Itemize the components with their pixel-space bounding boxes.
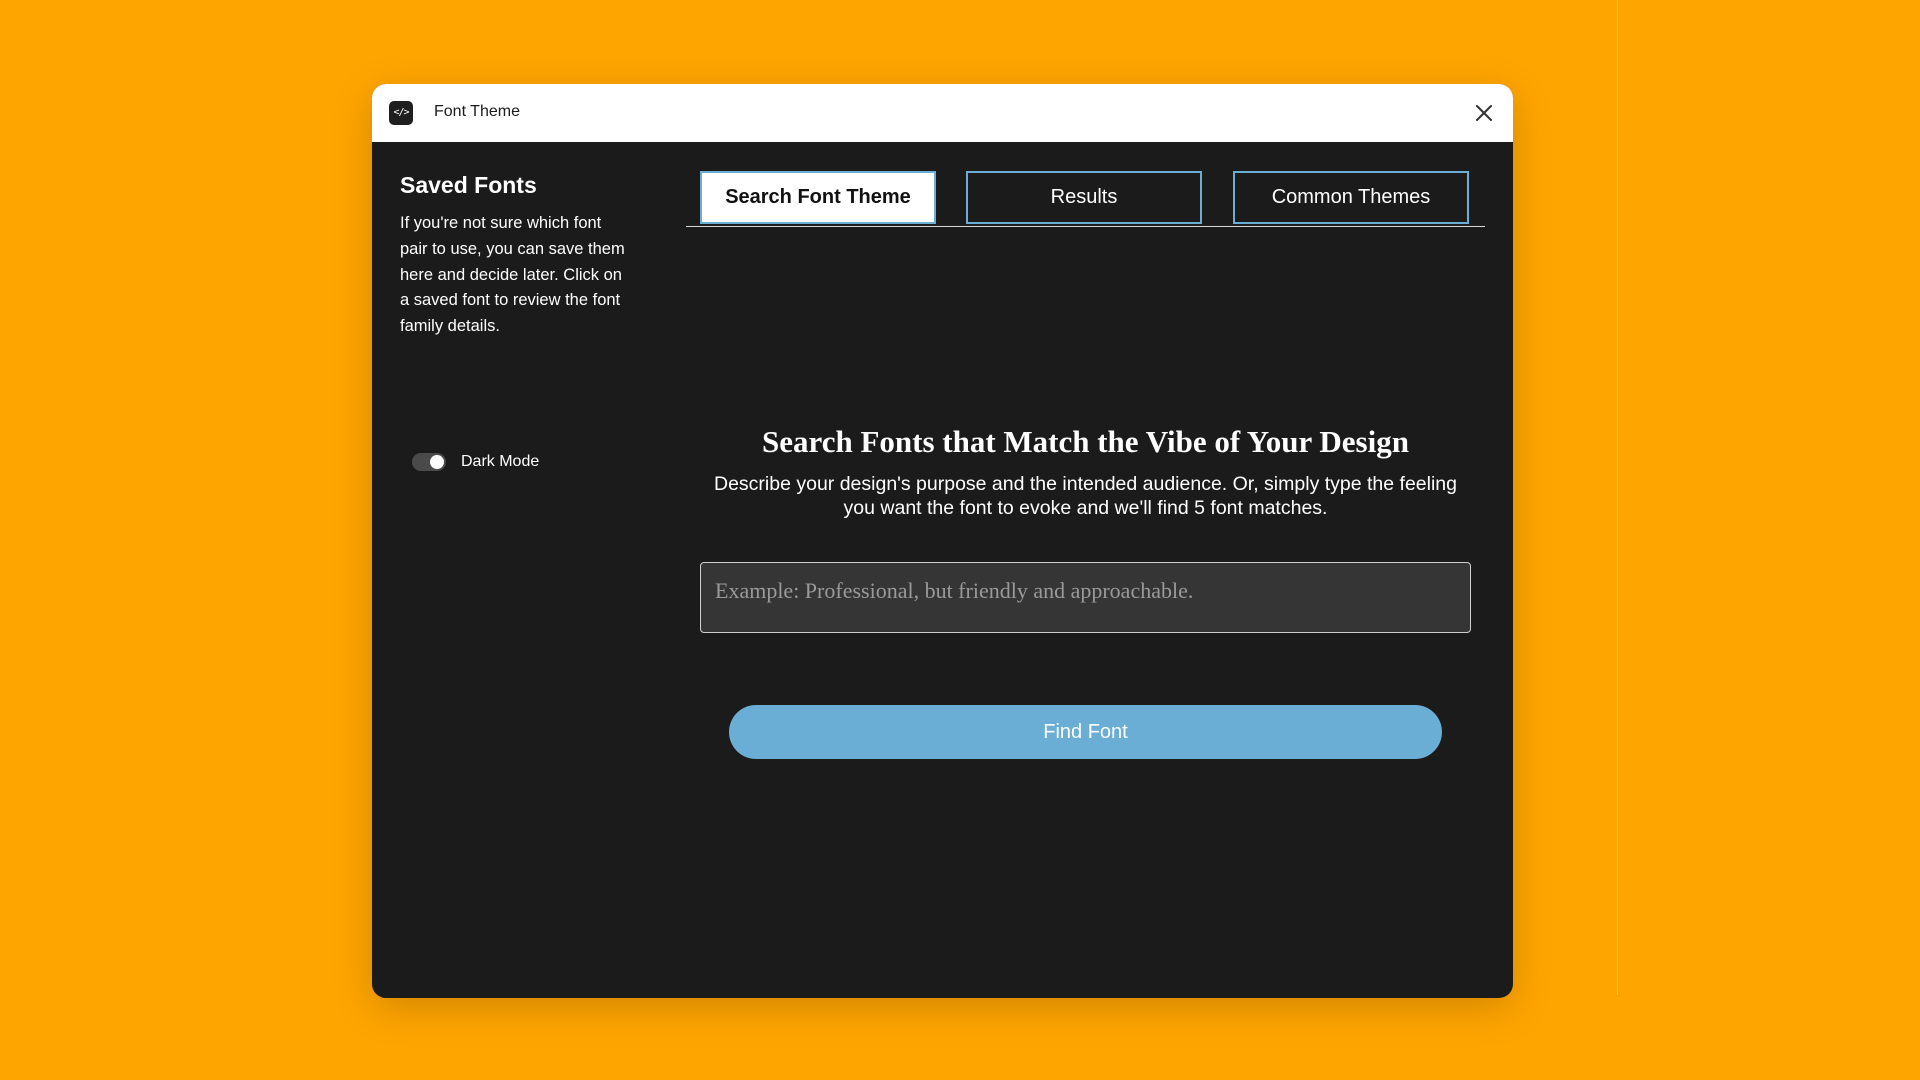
dark-mode-toggle[interactable] <box>412 453 446 471</box>
close-icon <box>1476 105 1492 121</box>
saved-fonts-sidebar: Saved Fonts If you're not sure which fon… <box>400 172 630 340</box>
dark-mode-row: Dark Mode <box>412 451 539 473</box>
background-divider <box>1617 0 1618 995</box>
sidebar-description: If you're not sure which font pair to us… <box>400 214 625 336</box>
page-heading: Search Fonts that Match the Vibe of Your… <box>762 424 1409 459</box>
close-button[interactable] <box>1469 98 1499 128</box>
dark-mode-label: Dark Mode <box>461 453 540 470</box>
window-title: Font Theme <box>434 103 520 120</box>
tab-common-themes[interactable]: Common Themes <box>1233 171 1469 224</box>
tab-results[interactable]: Results <box>966 171 1202 224</box>
vibe-search-input[interactable] <box>700 562 1471 633</box>
toggle-knob <box>430 455 444 469</box>
find-font-button[interactable]: Find Font <box>729 705 1442 759</box>
tab-search-font-theme[interactable]: Search Font Theme <box>700 171 936 224</box>
tabs-underline <box>686 226 1485 227</box>
title-bar: </> Font Theme <box>372 84 1513 142</box>
app-window: </> Font Theme Saved Fonts If you're not… <box>372 84 1513 998</box>
page-description: Describe your design's purpose and the i… <box>713 473 1457 519</box>
sidebar-title: Saved Fonts <box>400 172 537 198</box>
code-icon: </> <box>389 101 413 125</box>
